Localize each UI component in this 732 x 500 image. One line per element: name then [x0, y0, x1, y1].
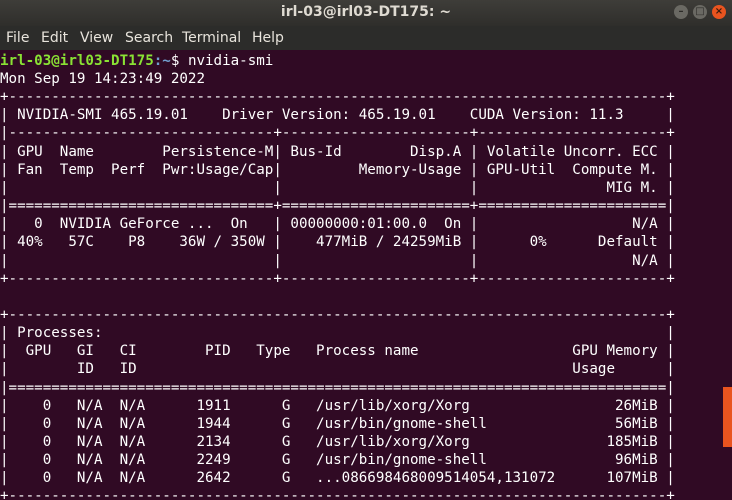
terminal-line: | Processes: | [0, 325, 675, 342]
terminal-line: +---------------------------------------… [0, 488, 675, 500]
menu-terminal[interactable]: Terminal [182, 30, 241, 46]
terminal-line: | Fan Temp Perf Pwr:Usage/Cap| Memory-Us… [0, 161, 675, 178]
terminal-line: | | | N/A | [0, 252, 675, 269]
minimize-icon[interactable]: – [674, 5, 688, 19]
terminal-line: | 40% 57C P8 36W / 350W | 477MiB / 24259… [0, 234, 675, 251]
terminal-line: | 0 N/A N/A 1911 G /usr/lib/xorg/Xorg 26… [0, 397, 675, 414]
command-prompt-line: irl-03@irl03-DT175:~$ nvidia-smi [0, 52, 273, 70]
terminal-line: Mon Sep 19 14:23:49 2022 [0, 71, 205, 87]
terminal-line: | 0 NVIDIA GeForce ... On | 00000000:01:… [0, 216, 675, 233]
terminal-line: | 0 N/A N/A 1944 G /usr/bin/gnome-shell … [0, 415, 675, 432]
maximize-icon[interactable]: □ [693, 5, 707, 19]
window-title: irl-03@irl03-DT175: ~ [280, 4, 452, 20]
terminal-line: | ID ID Usage | [0, 361, 675, 378]
typed-command: nvidia-smi [187, 53, 274, 69]
terminal-line: | NVIDIA-SMI 465.19.01 Driver Version: 4… [0, 107, 675, 124]
terminal-line: |===============================+=======… [0, 198, 675, 215]
prompt-path: :~ [153, 53, 171, 69]
prompt-user-host: irl-03@irl03-DT175 [0, 53, 154, 69]
menu-search[interactable]: Search [125, 30, 173, 46]
terminal-line: | GPU Name Persistence-M| Bus-Id Disp.A … [0, 143, 675, 160]
terminal-line: +---------------------------------------… [0, 89, 675, 106]
terminal-line: |=======================================… [0, 379, 675, 396]
terminal-line: | 0 N/A N/A 2134 G /usr/lib/xorg/Xorg 18… [0, 434, 675, 450]
terminal-line: |-------------------------------+-------… [0, 125, 675, 142]
menu-help[interactable]: Help [252, 30, 284, 46]
menu-bar: File Edit View Search Terminal Help [0, 26, 732, 50]
close-icon[interactable]: × [712, 5, 726, 19]
prompt-symbol: $ [170, 53, 188, 69]
terminal-line: | 0 N/A N/A 2249 G /usr/bin/gnome-shell … [0, 452, 675, 469]
terminal-line: | 0 N/A N/A 2642 G ...086698468009514054… [0, 470, 675, 487]
terminal-line: | GPU GI CI PID Type Process name GPU Me… [0, 343, 675, 360]
terminal-line: +---------------------------------------… [0, 306, 675, 323]
menu-view[interactable]: View [80, 30, 113, 46]
menu-edit[interactable]: Edit [41, 30, 68, 46]
terminal-line: | | | MIG M. | [0, 179, 675, 196]
scrollbar-thumb[interactable] [723, 387, 732, 447]
window-titlebar[interactable]: irl-03@irl03-DT175: ~ – □ × [0, 0, 732, 26]
terminal-output[interactable]: irl-03@irl03-DT175:~$ nvidia-smi Mon Sep… [0, 51, 722, 500]
menu-file[interactable]: File [6, 30, 29, 46]
terminal-line: +-------------------------------+-------… [0, 270, 675, 287]
